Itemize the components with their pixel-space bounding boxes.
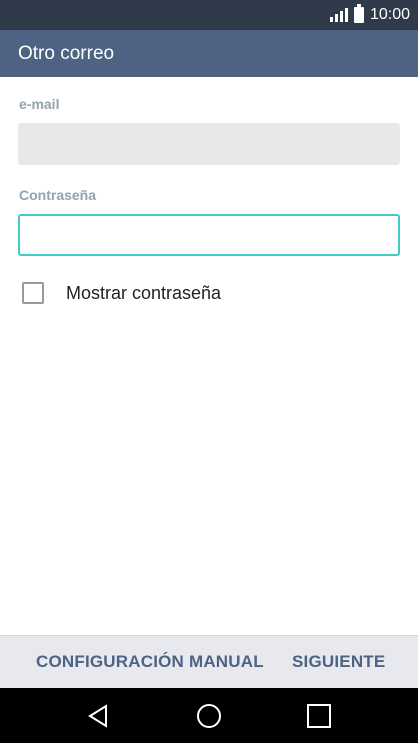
- app-bar: Otro correo: [0, 30, 418, 77]
- password-label: Contraseña: [19, 187, 97, 203]
- home-icon[interactable]: [196, 703, 222, 729]
- battery-icon: [353, 4, 364, 23]
- status-clock: 10:00: [369, 6, 410, 23]
- signal-icon: [329, 8, 348, 22]
- next-button[interactable]: SIGUIENTE: [292, 652, 385, 672]
- recents-icon[interactable]: [306, 703, 332, 729]
- bottom-action-bar: CONFIGURACIÓN MANUAL SIGUIENTE: [0, 635, 418, 688]
- navigation-bar: [0, 688, 418, 743]
- email-field[interactable]: [18, 123, 400, 165]
- show-password-row[interactable]: Mostrar contraseña: [22, 282, 221, 304]
- show-password-checkbox[interactable]: [22, 282, 44, 304]
- email-label: e-mail: [19, 96, 60, 112]
- status-bar: 10:00: [0, 0, 418, 30]
- password-field[interactable]: [18, 214, 400, 256]
- page-title: Otro correo: [18, 42, 115, 64]
- back-icon[interactable]: [86, 703, 112, 729]
- show-password-label: Mostrar contraseña: [66, 282, 222, 303]
- manual-config-button[interactable]: CONFIGURACIÓN MANUAL: [36, 652, 264, 672]
